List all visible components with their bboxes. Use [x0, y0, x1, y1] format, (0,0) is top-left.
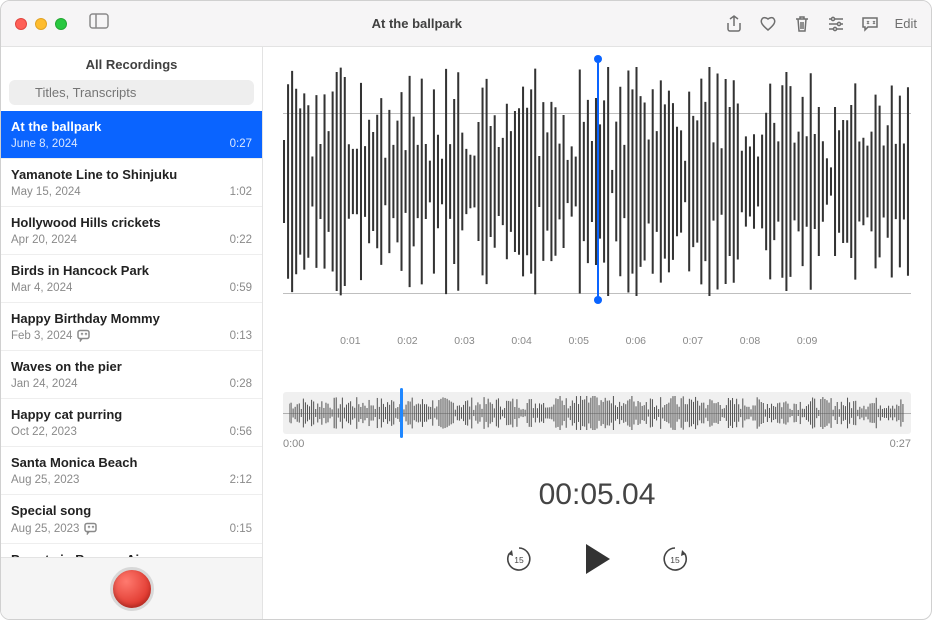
recording-item[interactable]: Yamanote Line to Shinjuku May 15, 2024 1:0…	[1, 159, 262, 207]
recording-date: Oct 22, 2023	[11, 426, 77, 438]
recording-duration: 0:28	[230, 378, 252, 390]
svg-text:15: 15	[514, 555, 524, 565]
recording-date: Jan 24, 2024	[11, 378, 78, 390]
waveform-zone[interactable]: 0:010:020:030:040:050:060:070:080:09	[283, 59, 911, 334]
recording-item[interactable]: Birds in Hancock Park Mar 4, 2024 0:59	[1, 255, 262, 303]
sidebar-header: All Recordings	[1, 47, 262, 80]
ruler-tick: 0:05	[568, 335, 625, 353]
overview-start-time: 0:00	[283, 438, 304, 450]
recording-date: Apr 20, 2024	[11, 234, 77, 246]
titlebar: At the ballpark Edit	[1, 1, 931, 47]
overview-cursor[interactable]	[400, 388, 403, 438]
recording-title: Waves on the pier	[11, 359, 252, 376]
window-controls	[15, 18, 67, 30]
recording-title: Happy Birthday Mommy	[11, 311, 252, 328]
transcript-icon[interactable]	[861, 15, 879, 33]
search-container	[1, 80, 262, 111]
recording-title: Hollywood Hills crickets	[11, 215, 252, 232]
record-footer	[1, 557, 262, 619]
ruler-tick: 0:09	[797, 335, 854, 353]
record-button[interactable]	[110, 567, 154, 611]
recording-item[interactable]: Hollywood Hills crickets Apr 20, 2024 0:22	[1, 207, 262, 255]
transcript-badge-icon	[77, 329, 90, 342]
sidebar-toggle-button[interactable]	[89, 13, 109, 34]
fullscreen-window-button[interactable]	[55, 18, 67, 30]
recording-date: May 15, 2024	[11, 186, 81, 198]
ruler-tick: 0:02	[397, 335, 454, 353]
recording-title: Special song	[11, 503, 252, 520]
play-button[interactable]	[582, 542, 612, 581]
recording-date: Aug 25, 2023	[11, 523, 79, 535]
recording-duration: 0:27	[230, 138, 252, 150]
app-body: All Recordings At the ballpark June 8, 20…	[1, 47, 931, 619]
svg-text:15: 15	[670, 555, 680, 565]
main-panel: 0:010:020:030:040:050:060:070:080:09 0:0…	[263, 47, 931, 619]
ruler-tick	[283, 335, 340, 353]
recording-list[interactable]: At the ballpark June 8, 2024 0:27 Yamanote …	[1, 111, 262, 557]
time-ruler: 0:010:020:030:040:050:060:070:080:09	[283, 335, 911, 353]
ruler-tick: 0:03	[454, 335, 511, 353]
favorite-icon[interactable]	[759, 15, 777, 33]
overview-end-time: 0:27	[890, 438, 911, 450]
playback-controls: 15 15	[283, 542, 911, 581]
recording-date: Aug 25, 2023	[11, 474, 79, 486]
recording-title: At the ballpark	[11, 119, 252, 136]
app-window: At the ballpark Edit All Recordings	[0, 0, 932, 620]
recording-duration: 0:13	[230, 330, 252, 342]
close-window-button[interactable]	[15, 18, 27, 30]
recording-duration: 1:02	[230, 186, 252, 198]
recording-title: Birds in Hancock Park	[11, 263, 252, 280]
waveform-overview[interactable]	[283, 392, 911, 434]
recording-duration: 2:12	[230, 474, 252, 486]
skip-back-15-button[interactable]: 15	[504, 544, 534, 579]
transcript-badge-icon	[84, 522, 97, 535]
overview-time-labels: 0:00 0:27	[283, 438, 911, 450]
recording-item[interactable]: Santa Monica Beach Aug 25, 2023 2:12	[1, 447, 262, 495]
skip-forward-15-button[interactable]: 15	[660, 544, 690, 579]
ruler-tick: 0:01	[340, 335, 397, 353]
edit-button[interactable]: Edit	[895, 16, 917, 31]
window-title: At the ballpark	[109, 16, 725, 31]
recording-title: Santa Monica Beach	[11, 455, 252, 472]
minimize-window-button[interactable]	[35, 18, 47, 30]
recording-date: Mar 4, 2024	[11, 282, 72, 294]
search-input[interactable]	[9, 80, 254, 105]
trash-icon[interactable]	[793, 15, 811, 33]
playhead[interactable]	[597, 59, 599, 300]
current-time-display: 00:05.04	[283, 478, 911, 512]
toolbar: Edit	[725, 15, 917, 33]
recording-item[interactable]: Happy Birthday Mommy Feb 3, 2024 0:13	[1, 303, 262, 352]
ruler-tick	[854, 335, 911, 353]
recording-duration: 0:56	[230, 426, 252, 438]
recording-item[interactable]: At the ballpark June 8, 2024 0:27	[1, 111, 262, 159]
sidebar: All Recordings At the ballpark June 8, 20…	[1, 47, 263, 619]
recording-duration: 0:15	[230, 523, 252, 535]
ruler-tick: 0:04	[511, 335, 568, 353]
recording-title: Yamanote Line to Shinjuku	[11, 167, 252, 184]
recording-item[interactable]: Waves on the pier Jan 24, 2024 0:28	[1, 351, 262, 399]
ruler-tick: 0:07	[683, 335, 740, 353]
share-icon[interactable]	[725, 15, 743, 33]
recording-date: Feb 3, 2024	[11, 330, 72, 342]
ruler-tick: 0:06	[626, 335, 683, 353]
recording-duration: 0:59	[230, 282, 252, 294]
recording-duration: 0:22	[230, 234, 252, 246]
recording-title: Happy cat purring	[11, 407, 252, 424]
recording-item[interactable]: Special song Aug 25, 2023 0:15	[1, 495, 262, 544]
ruler-tick: 0:08	[740, 335, 797, 353]
settings-sliders-icon[interactable]	[827, 15, 845, 33]
recording-item[interactable]: Happy cat purring Oct 22, 2023 0:56	[1, 399, 262, 447]
recording-date: June 8, 2024	[11, 138, 78, 150]
recording-item[interactable]: Parrots in Buenos Aires	[1, 544, 262, 557]
